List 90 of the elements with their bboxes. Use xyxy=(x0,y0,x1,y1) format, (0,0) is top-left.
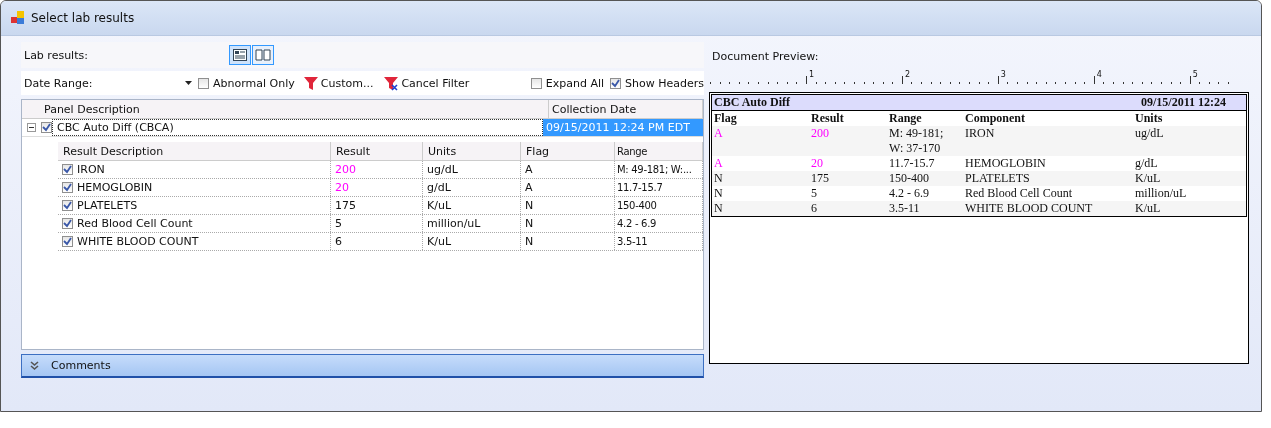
report-column-header: Flag xyxy=(714,111,738,126)
column-header[interactable]: Result Description xyxy=(58,142,331,160)
report-cell-text: g/dL xyxy=(1135,156,1159,171)
table-cell: 200 xyxy=(331,161,423,178)
report-cell-text: A xyxy=(714,156,724,171)
report-cell-text: N xyxy=(714,171,724,186)
table-cell: ug/dL xyxy=(423,161,521,178)
check-icon xyxy=(611,78,621,88)
report-cell-text: 150-400 xyxy=(889,171,930,186)
checkbox[interactable] xyxy=(62,200,73,211)
report-cell-text: ug/dL xyxy=(1135,126,1165,142)
column-header[interactable]: Collection Date xyxy=(549,100,703,118)
report-cell-text: A xyxy=(714,126,724,142)
table-cell: M: 49-181; W:... xyxy=(615,161,703,178)
report-cell-text: 20 xyxy=(811,156,824,171)
checkbox[interactable] xyxy=(62,182,73,193)
column-header[interactable]: Result xyxy=(331,142,423,160)
report-column-header: Result xyxy=(811,111,845,126)
table-cell: N xyxy=(521,197,615,214)
funnel-x-icon xyxy=(383,75,400,91)
table-cell: WHITE BLOOD COUNT xyxy=(77,235,199,248)
comments-bar[interactable]: Comments xyxy=(21,354,704,378)
table-cell: 3.5-11 xyxy=(615,233,703,250)
show-headers-checkbox[interactable]: Show Headers xyxy=(610,76,704,90)
table-cell: Red Blood Cell Count xyxy=(77,217,193,230)
report-cell-text: K/uL xyxy=(1135,201,1162,216)
report-cell-text: N xyxy=(714,186,724,201)
checkbox[interactable] xyxy=(62,164,73,175)
app-icon xyxy=(11,11,25,25)
report-cell-text: WHITE BLOOD COUNT xyxy=(965,201,1094,216)
chevron-icon xyxy=(30,360,39,371)
report-column-header: Component xyxy=(965,111,1026,126)
report-column-header: Units xyxy=(1135,111,1164,126)
table-cell: A xyxy=(521,179,615,196)
report-cell-text: N xyxy=(714,201,724,216)
table-cell: 150-400 xyxy=(615,197,703,214)
column-header[interactable]: Panel Description xyxy=(41,100,549,118)
comments-label: Comments xyxy=(51,359,111,372)
report-cell-text: IRON xyxy=(965,126,996,142)
panel-description[interactable]: CBC Auto Diff (CBCA) xyxy=(52,119,543,136)
table-cell: 20 xyxy=(331,179,423,196)
caret-icon xyxy=(185,81,192,85)
report-cell-text: HEMOGLOBIN xyxy=(965,156,1047,171)
table-cell: million/uL xyxy=(423,215,521,232)
report-date: 09/15/2011 12:24 xyxy=(1141,95,1226,110)
document-preview-label: Document Preview: xyxy=(712,49,819,63)
cancel-filter-button[interactable]: Cancel Filter xyxy=(381,75,472,91)
report-cell-text: Red Blood Cell Count xyxy=(965,186,1073,201)
abnormal-only-checkbox[interactable]: Abnormal Only xyxy=(198,76,295,90)
form-view-button[interactable] xyxy=(229,45,251,65)
custom-filter-button[interactable]: Custom... xyxy=(300,75,376,91)
date-range-label: Date Range: xyxy=(23,76,94,90)
ruler: 1 2 3 4 5 xyxy=(709,70,1249,86)
column-header[interactable]: Flag xyxy=(521,142,615,160)
report-cell-text: 6 xyxy=(811,201,818,216)
report-cell-text: K/uL xyxy=(1135,171,1162,186)
funnel-icon xyxy=(302,75,319,91)
report-cell-text: 175 xyxy=(811,171,830,186)
table-cell: 4.2 - 6.9 xyxy=(615,215,703,232)
table-cell: K/uL xyxy=(423,197,521,214)
checkbox[interactable] xyxy=(62,236,73,247)
report-cell-text: 5 xyxy=(811,186,818,201)
expand-all-checkbox[interactable]: Expand All xyxy=(530,76,605,90)
report-title: CBC Auto Diff xyxy=(714,95,790,110)
table-cell: IRON xyxy=(77,163,105,176)
checkbox[interactable] xyxy=(62,218,73,229)
column-header[interactable]: Range xyxy=(615,142,703,160)
table-cell: 6 xyxy=(331,233,423,250)
checkbox[interactable] xyxy=(41,122,52,133)
report-cell-text: million/uL xyxy=(1135,186,1188,201)
table-cell: 175 xyxy=(331,197,423,214)
table-cell: A xyxy=(521,161,615,178)
report-cell-text: 11.7-15.7 xyxy=(889,156,936,171)
table-cell: 5 xyxy=(331,215,423,232)
lab-results-label: Lab results: xyxy=(23,48,89,62)
report-cell-text: 4.2 - 6.9 xyxy=(889,186,930,201)
column-header[interactable]: Units xyxy=(423,142,521,160)
table-cell: 11.7-15.7 xyxy=(615,179,703,196)
window-title: Select lab results xyxy=(31,11,135,25)
report-cell-text: PLATELETS xyxy=(965,171,1031,186)
table-cell: PLATELETS xyxy=(77,199,138,212)
table-cell: HEMOGLOBIN xyxy=(77,181,153,194)
table-cell: N xyxy=(521,215,615,232)
report-cell-text: 3.5-11 xyxy=(889,201,921,216)
table-cell: N xyxy=(521,233,615,250)
table-cell: K/uL xyxy=(423,233,521,250)
report-cell-text: M: 49-181; W: 37-170 xyxy=(889,126,945,156)
report-cell-text: 200 xyxy=(811,126,830,142)
table-cell: g/dL xyxy=(423,179,521,196)
report-column-header: Range xyxy=(889,111,923,126)
